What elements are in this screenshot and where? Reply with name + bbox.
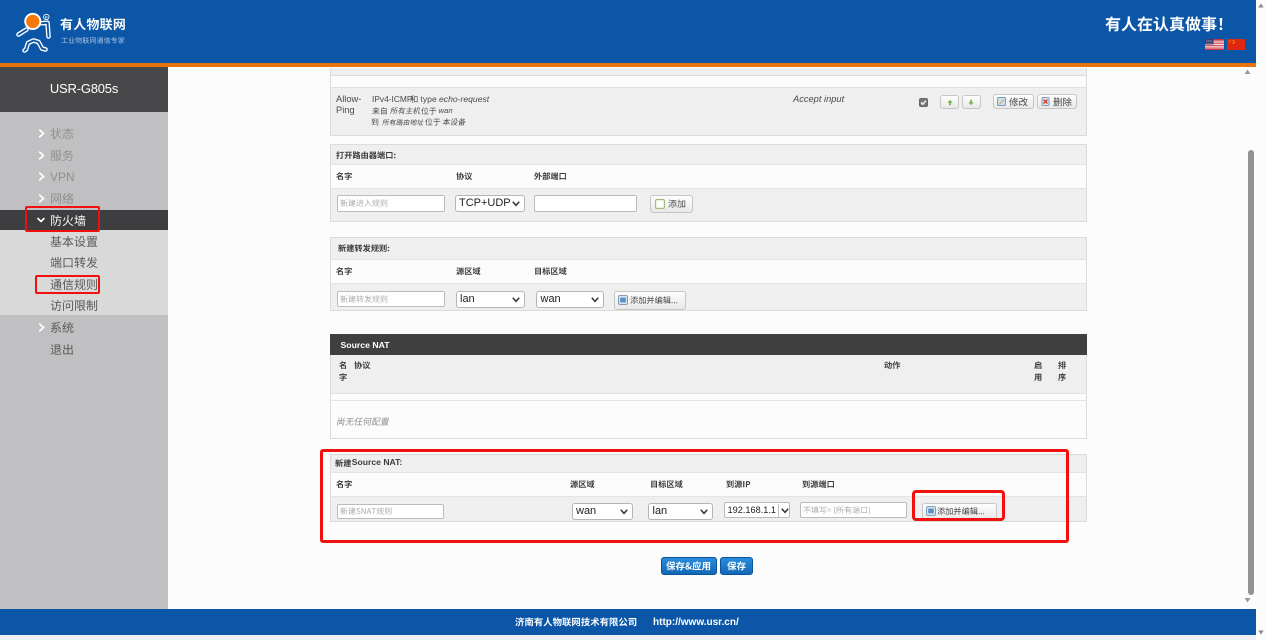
svg-text:R: R	[45, 15, 48, 20]
